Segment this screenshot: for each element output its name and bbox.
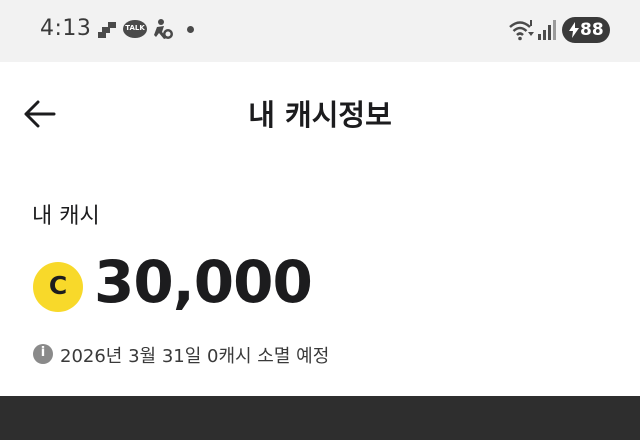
accessibility-icon bbox=[154, 19, 173, 39]
page-title: 내 캐시정보 bbox=[248, 98, 392, 132]
info-icon: i bbox=[33, 344, 53, 364]
coin-symbol: C bbox=[48, 271, 68, 300]
blocks-icon bbox=[98, 22, 116, 38]
bottom-panel bbox=[0, 396, 640, 440]
battery-percent: 88 bbox=[580, 20, 604, 40]
cash-amount: 30,000 bbox=[94, 248, 313, 316]
notification-dot-icon bbox=[187, 26, 194, 33]
signal-icon bbox=[538, 20, 556, 40]
info-symbol: i bbox=[40, 345, 46, 360]
wifi-icon bbox=[509, 20, 534, 41]
cash-coin-icon: C bbox=[33, 262, 83, 312]
status-bar: 4:13 TALK 88 bbox=[0, 0, 640, 62]
status-time: 4:13 bbox=[40, 16, 92, 41]
expiration-notice: 2026년 3월 31일 0캐시 소멸 예정 bbox=[60, 346, 330, 367]
kakaotalk-icon: TALK bbox=[123, 20, 147, 38]
cash-label: 내 캐시 bbox=[32, 204, 100, 229]
battery-charging-icon bbox=[569, 22, 579, 38]
kakaotalk-badge-text: TALK bbox=[125, 24, 145, 32]
battery-indicator: 88 bbox=[562, 17, 610, 43]
